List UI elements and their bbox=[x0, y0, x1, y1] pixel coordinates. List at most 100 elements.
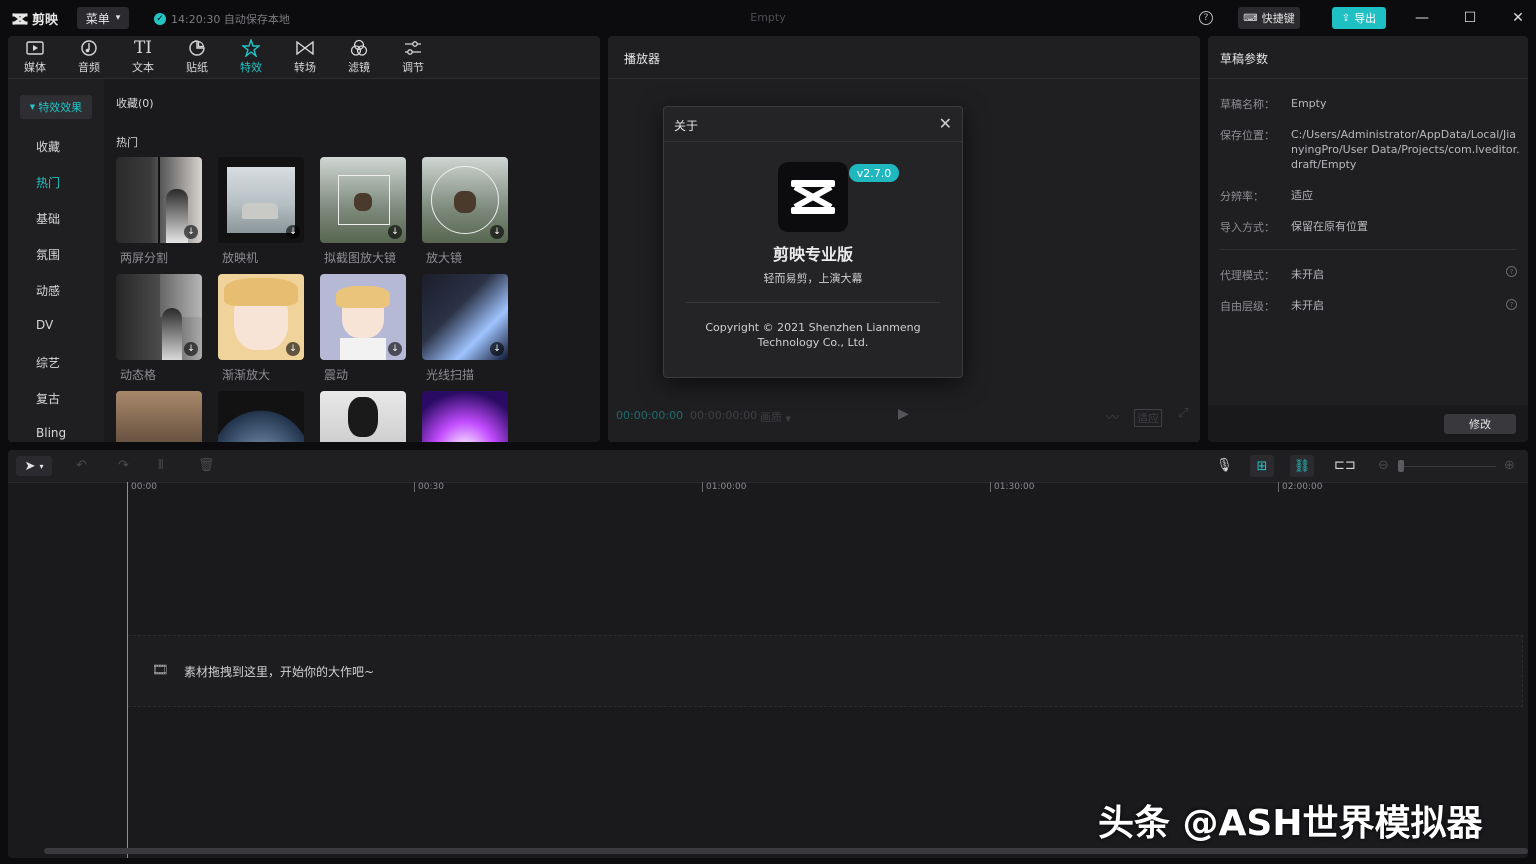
trash-icon: 🗑 bbox=[198, 458, 215, 473]
effect-label: 动态格 bbox=[120, 368, 157, 382]
maximize-icon: ☐ bbox=[1463, 10, 1477, 26]
fullscreen-button[interactable]: ⤢ bbox=[1178, 406, 1188, 421]
effect-label: 两屏分割 bbox=[120, 251, 169, 265]
shortcut-button[interactable]: ⌨ 快捷键 bbox=[1238, 7, 1300, 29]
tab-adjust[interactable]: 调节 bbox=[386, 36, 440, 78]
play-button[interactable]: ▶ bbox=[898, 406, 909, 422]
free-layer-label: 自由层级： bbox=[1220, 300, 1275, 313]
category-item-basic[interactable]: 基础 bbox=[36, 210, 60, 227]
transition-icon bbox=[295, 39, 315, 57]
effect-thumb-split-screen[interactable]: ↓ bbox=[116, 157, 202, 243]
caret-down-icon: ▼ bbox=[785, 415, 791, 423]
effect-thumb-screenshot-magnifier[interactable]: ↓ bbox=[320, 157, 406, 243]
effect-thumb-magnifier[interactable]: ↓ bbox=[422, 157, 508, 243]
modify-button[interactable]: 修改 bbox=[1444, 414, 1516, 434]
music-note-icon bbox=[79, 39, 99, 57]
zoom-in-button[interactable]: ⊕ bbox=[1504, 458, 1515, 473]
download-icon[interactable]: ↓ bbox=[286, 225, 300, 239]
close-window-button[interactable]: ✕ bbox=[1505, 6, 1531, 30]
category-item-dv[interactable]: DV bbox=[36, 318, 53, 332]
category-header-effects[interactable]: ▼ 特效效果 bbox=[20, 95, 92, 119]
undo-button[interactable]: ↶ bbox=[76, 458, 87, 473]
effect-thumb-projector[interactable]: ↓ bbox=[218, 157, 304, 243]
quality-selector[interactable]: 画质 ▼ bbox=[760, 409, 791, 425]
tab-filter[interactable]: 滤镜 bbox=[332, 36, 386, 78]
main-track-drop-zone[interactable]: 🎞 素材拖拽到这里，开始你的大作吧~ bbox=[128, 635, 1523, 707]
delete-button[interactable]: 🗑 bbox=[198, 458, 215, 473]
download-icon[interactable]: ↓ bbox=[388, 342, 402, 356]
question-icon[interactable]: ? bbox=[1506, 266, 1517, 277]
ruler-tick-label: 00:30 bbox=[418, 482, 444, 492]
waveform-toggle[interactable]: 〰 bbox=[1106, 407, 1119, 426]
download-icon[interactable]: ↓ bbox=[286, 342, 300, 356]
question-icon[interactable]: ? bbox=[1506, 299, 1517, 310]
effect-category-list: ▼ 特效效果 收藏 热门 基础 氛围 动感 DV 综艺 复古 Bling bbox=[8, 79, 104, 442]
material-panel: 媒体 音频 TI 文本 贴纸 特效 转场 滤镜 调节 ▼ 特效效果 收藏 热门 … bbox=[8, 36, 600, 442]
auto-snap-toggle[interactable]: ⊞ bbox=[1250, 455, 1274, 477]
effect-label: 渐渐放大 bbox=[222, 368, 271, 382]
category-item-hot[interactable]: 热门 bbox=[36, 174, 60, 191]
export-button[interactable]: ⇪ 导出 bbox=[1332, 7, 1386, 29]
check-circle-icon: ✓ bbox=[154, 13, 166, 25]
draft-name-value: Empty bbox=[1291, 97, 1327, 110]
effect-thumb-gradual-zoom[interactable]: ↓ bbox=[218, 274, 304, 360]
tab-media[interactable]: 媒体 bbox=[8, 36, 62, 78]
zoom-slider-handle[interactable] bbox=[1398, 460, 1404, 472]
snap-icon: ⊞ bbox=[1256, 458, 1268, 474]
preview-axis-button[interactable]: ⊏⊐ bbox=[1334, 458, 1356, 473]
redo-button[interactable]: ↷ bbox=[118, 458, 129, 473]
ruler-tick bbox=[702, 482, 703, 492]
about-close-button[interactable]: ✕ bbox=[939, 114, 952, 133]
effect-thumb-stage-light[interactable] bbox=[422, 391, 508, 442]
category-item-retro[interactable]: 复古 bbox=[36, 390, 60, 407]
preview-axis-icon: ⊏⊐ bbox=[1334, 458, 1356, 473]
zoom-out-icon: ⊖ bbox=[1378, 458, 1389, 473]
download-icon[interactable]: ↓ bbox=[184, 225, 198, 239]
category-item-dynamic[interactable]: 动感 bbox=[36, 282, 60, 299]
timeline-ruler: 00:00 00:30 01:00:00 01:30:00 02:00:00 bbox=[8, 482, 1528, 496]
help-icon[interactable]: ? bbox=[1199, 11, 1213, 25]
linkage-toggle[interactable]: ⛓ bbox=[1290, 455, 1314, 477]
tab-label: 贴纸 bbox=[186, 61, 208, 74]
export-label: 导出 bbox=[1354, 12, 1377, 25]
effect-thumb-light-scan[interactable]: ↓ bbox=[422, 274, 508, 360]
zoom-slider-track[interactable] bbox=[1400, 466, 1496, 467]
category-item-favorites[interactable]: 收藏 bbox=[36, 138, 60, 155]
ratio-selector[interactable]: 适应 bbox=[1134, 409, 1162, 427]
download-icon[interactable]: ↓ bbox=[184, 342, 198, 356]
record-voice-button[interactable]: 🎙 bbox=[1216, 458, 1233, 473]
app-logo-text: 剪映 bbox=[32, 13, 59, 28]
microphone-icon: 🎙 bbox=[1216, 458, 1233, 473]
download-icon[interactable]: ↓ bbox=[490, 342, 504, 356]
tab-text[interactable]: TI 文本 bbox=[116, 36, 170, 78]
menu-button[interactable]: 菜单 ▾ bbox=[77, 7, 129, 29]
effect-thumb-shake[interactable]: ↓ bbox=[320, 274, 406, 360]
download-icon[interactable]: ↓ bbox=[388, 225, 402, 239]
maximize-button[interactable]: ☐ bbox=[1457, 6, 1483, 30]
effect-thumb-dynamic-grid[interactable]: ↓ bbox=[116, 274, 202, 360]
tab-audio[interactable]: 音频 bbox=[62, 36, 116, 78]
resolution-value: 适应 bbox=[1291, 189, 1313, 202]
tab-label: 调节 bbox=[402, 61, 424, 74]
tab-transition[interactable]: 转场 bbox=[278, 36, 332, 78]
export-upload-icon: ⇪ bbox=[1341, 12, 1351, 24]
zoom-out-button[interactable]: ⊖ bbox=[1378, 458, 1389, 473]
split-button[interactable]: ⫴ bbox=[158, 458, 163, 473]
undo-icon: ↶ bbox=[76, 458, 87, 473]
category-item-variety[interactable]: 综艺 bbox=[36, 354, 60, 371]
category-item-bling[interactable]: Bling bbox=[36, 426, 66, 440]
chevron-down-icon: ▾ bbox=[115, 13, 121, 23]
effect-thumb-comic[interactable] bbox=[320, 391, 406, 442]
tab-effects[interactable]: 特效 bbox=[224, 36, 278, 78]
capcut-logo-icon bbox=[791, 180, 835, 214]
timeline-horizontal-scrollbar[interactable] bbox=[44, 848, 1528, 854]
save-location-line1: C:/Users/Administrator/AppData/Local/Jia bbox=[1291, 128, 1517, 141]
select-tool-button[interactable]: ➤ ▾ bbox=[16, 456, 52, 476]
tab-sticker[interactable]: 贴纸 bbox=[170, 36, 224, 78]
effect-thumb-crystal-ball[interactable] bbox=[218, 391, 304, 442]
effect-thumb-love-text[interactable] bbox=[116, 391, 202, 442]
effect-label: 放大镜 bbox=[426, 251, 463, 265]
download-icon[interactable]: ↓ bbox=[490, 225, 504, 239]
category-item-atmosphere[interactable]: 氛围 bbox=[36, 246, 60, 263]
minimize-button[interactable]: — bbox=[1409, 6, 1435, 30]
